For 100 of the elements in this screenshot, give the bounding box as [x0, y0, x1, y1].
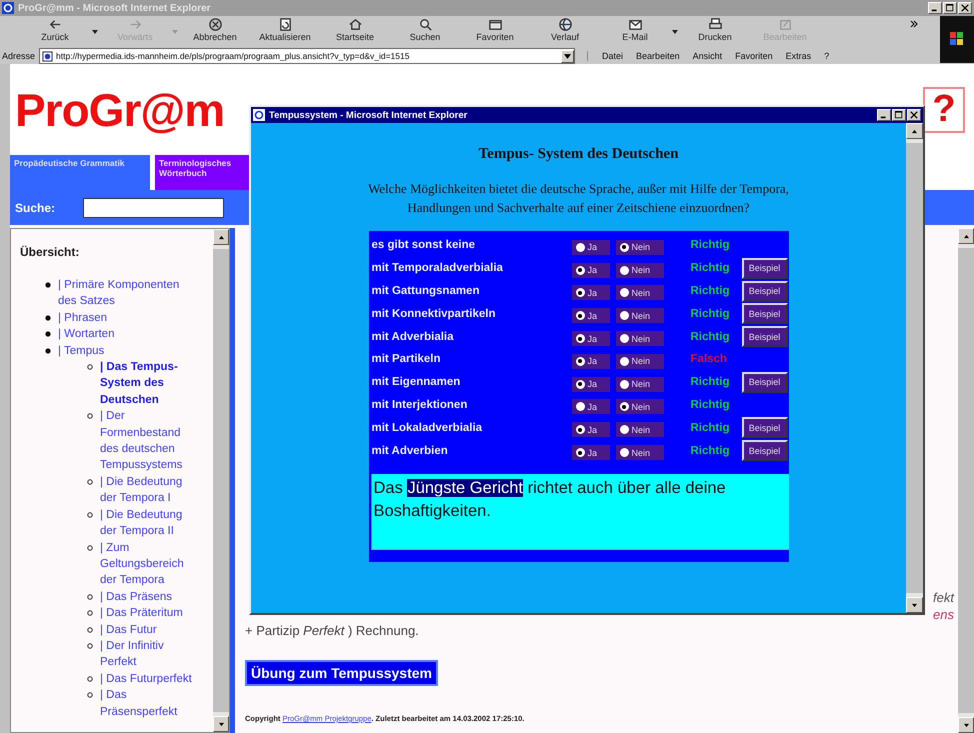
- example-sentence: Das Jüngste Gericht richtet auch über alle deine Boshaftigkeiten.: [372, 478, 727, 522]
- sidebar-link[interactable]: | Tempus: [58, 342, 190, 360]
- text-fragment: fekt: [933, 589, 954, 606]
- refresh-icon: [278, 17, 292, 32]
- scrollbar[interactable]: [906, 123, 923, 613]
- maximize-button[interactable]: [892, 109, 906, 121]
- toolbar-button[interactable]: Startseite: [320, 17, 390, 47]
- radio-option[interactable]: Nein: [616, 285, 664, 300]
- toolbar-button[interactable]: Drucken: [680, 17, 750, 47]
- example-button[interactable]: Beispiel: [742, 303, 788, 324]
- sidebar-link[interactable]: | Das Futur: [100, 622, 198, 638]
- help-button[interactable]: ?: [923, 86, 965, 132]
- circle-bullet-icon: [87, 626, 93, 633]
- answer-label: mit Eigennamen: [370, 376, 462, 388]
- example-button[interactable]: Beispiel: [742, 417, 788, 438]
- sidebar-link[interactable]: | Die Bedeutung der Tempora II: [100, 506, 198, 540]
- dropdown-button[interactable]: [561, 50, 574, 62]
- maximize-icon: [895, 111, 903, 119]
- address-field[interactable]: http://hypermedia.ids-mannheim.de/pls/prograam/prograam_plus.ansicht?v_typ=d&v_id=1515: [39, 48, 576, 64]
- sidebar-link[interactable]: | Die Bedeutung der Tempora I: [100, 474, 198, 507]
- scroll-up-icon: [218, 234, 224, 240]
- sidebar-title: Übersicht:: [20, 245, 80, 259]
- radio-option[interactable]: Nein: [616, 262, 664, 278]
- window-title: ProGr@mm - Microsoft Internet Explorer: [18, 2, 212, 14]
- browser-icon: [2, 2, 14, 14]
- radio-option[interactable]: Ja: [572, 399, 610, 414]
- example-button[interactable]: Beispiel: [742, 372, 788, 393]
- radio-option[interactable]: Ja: [572, 445, 610, 460]
- radio-option[interactable]: Ja: [572, 308, 610, 324]
- result-label: Richtig: [690, 376, 730, 388]
- radio-option[interactable]: Ja: [572, 285, 610, 300]
- bullet-icon: [45, 282, 51, 288]
- exercise-button[interactable]: Übung zum Tempussystem: [245, 660, 438, 686]
- printer-icon: [708, 17, 722, 32]
- browser-icon: [253, 109, 265, 121]
- sidebar-link[interactable]: | Zum Geltungsbereich der Tempora: [100, 540, 198, 589]
- circle-bullet-icon: [87, 413, 93, 420]
- close-button[interactable]: [958, 2, 972, 14]
- sidebar-link[interactable]: | Das Futurperfekt: [100, 670, 198, 688]
- sidebar-link[interactable]: | Phrasen: [58, 310, 190, 326]
- minimize-button[interactable]: [877, 109, 891, 121]
- menu-item[interactable]: Bearbeiten: [636, 51, 680, 61]
- caret-icon[interactable]: [672, 30, 678, 34]
- radio-option[interactable]: Nein: [616, 445, 664, 460]
- toolbar-button[interactable]: Favoriten: [460, 17, 530, 47]
- radio-option[interactable]: Ja: [572, 354, 610, 369]
- answer-label: mit Temporaladverbialia: [370, 262, 504, 274]
- scrollbar[interactable]: [213, 229, 229, 732]
- sidebar-link[interactable]: | Das Tempus-System des Deutschen: [100, 359, 198, 408]
- chevron-icon[interactable]: [910, 20, 918, 28]
- menu-item[interactable]: ?: [824, 51, 830, 61]
- radio-option[interactable]: Nein: [616, 422, 664, 438]
- caret-icon: [564, 54, 572, 58]
- radio-option[interactable]: Nein: [616, 399, 664, 414]
- scrollbar[interactable]: [958, 228, 974, 733]
- minimize-button[interactable]: [928, 2, 942, 14]
- radio-option[interactable]: Ja: [572, 240, 610, 255]
- sidebar-link[interactable]: | Wortarten: [58, 326, 190, 343]
- example-button[interactable]: Beispiel: [742, 280, 788, 302]
- caret-icon[interactable]: [92, 30, 98, 34]
- radio-option[interactable]: Ja: [572, 422, 610, 438]
- result-label: Richtig: [690, 262, 730, 274]
- toolbar-button[interactable]: E-Mail: [600, 17, 670, 47]
- toolbar-button[interactable]: Abbrechen: [180, 17, 250, 47]
- toolbar-button[interactable]: Zurück: [20, 17, 90, 47]
- sidebar-link[interactable]: | Das Präteritum: [100, 605, 198, 622]
- sidebar-link[interactable]: | Der Infinitiv Perfekt: [100, 638, 198, 671]
- sidebar-link[interactable]: | Primäre Komponenten des Satzes: [58, 277, 190, 310]
- result-label: Richtig: [690, 422, 730, 434]
- example-button[interactable]: Beispiel: [742, 258, 788, 279]
- close-button[interactable]: [907, 109, 921, 121]
- favorites-icon: [488, 17, 502, 32]
- radio-option[interactable]: Nein: [616, 376, 664, 392]
- bullet-icon: [45, 348, 51, 354]
- menu-item[interactable]: Extras: [786, 51, 812, 61]
- example-button[interactable]: Beispiel: [742, 440, 788, 462]
- radio-option[interactable]: Ja: [572, 331, 610, 346]
- example-button[interactable]: Beispiel: [742, 326, 788, 348]
- history-icon: [558, 17, 572, 32]
- radio-option[interactable]: Nein: [616, 331, 664, 346]
- toolbar-button[interactable]: Suchen: [390, 17, 460, 47]
- maximize-button[interactable]: [943, 2, 957, 14]
- sidebar-link[interactable]: | Das Präsens: [100, 588, 198, 606]
- toolbar-button[interactable]: Aktualisieren: [250, 17, 320, 47]
- radio-option[interactable]: Ja: [572, 376, 610, 392]
- menu-item[interactable]: Favoriten: [735, 51, 773, 61]
- menu-item[interactable]: Ansicht: [692, 51, 722, 61]
- sidebar-link[interactable]: | Der Formenbestand des deutschen Tempussystems: [100, 408, 198, 474]
- sidebar-link[interactable]: | Das Präsensperfekt: [100, 687, 198, 720]
- answer-label: mit Lokaladverbialia: [370, 422, 484, 434]
- radio-option[interactable]: Nein: [616, 240, 664, 255]
- search-field[interactable]: [83, 198, 224, 218]
- answer-label: es gibt sonst keine: [370, 239, 476, 252]
- menu-item[interactable]: Datei: [602, 51, 624, 61]
- radio-option[interactable]: Nein: [616, 354, 664, 369]
- radio-option[interactable]: Ja: [572, 262, 610, 278]
- popup-title: Tempussystem - Microsoft Internet Explorer: [269, 110, 468, 120]
- radio-option[interactable]: Nein: [616, 308, 664, 324]
- toolbar-button[interactable]: Verlauf: [530, 17, 600, 47]
- result-label: Falsch: [690, 353, 727, 366]
